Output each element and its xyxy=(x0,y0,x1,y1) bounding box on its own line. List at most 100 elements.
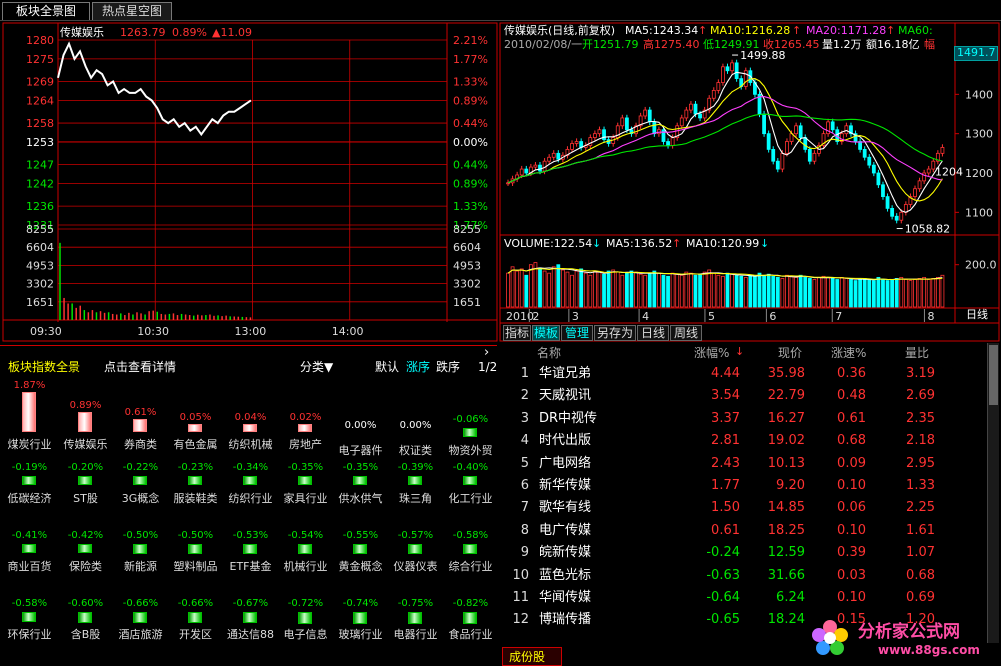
sector-cell[interactable]: -0.50% 塑料制品 xyxy=(168,518,223,586)
sector-cell[interactable]: -0.06% 物资外贸 xyxy=(443,380,498,457)
stock-pct: -0.24 xyxy=(706,545,740,561)
sector-page-indicator: 1/2 xyxy=(478,360,498,374)
sector-pct: 0.00% xyxy=(344,420,377,431)
row-number: 3 xyxy=(520,410,529,426)
sector-cell[interactable]: -0.39% 珠三角 xyxy=(388,450,443,518)
daily-volume-bar xyxy=(721,275,725,308)
candle-body xyxy=(570,143,574,150)
candle-body xyxy=(730,62,734,72)
ranking-scrollbar[interactable] xyxy=(987,343,999,643)
sector-cell[interactable]: -0.23% 服装鞋类 xyxy=(168,450,223,518)
sector-cell[interactable]: -0.74% 玻璃行业 xyxy=(333,586,388,654)
daily-price-level: 1200 xyxy=(965,167,993,180)
table-row[interactable]: 2 天威视讯 3.54 22.79 0.48 2.69 xyxy=(505,385,990,407)
col-ratio[interactable]: 量比 xyxy=(905,347,929,359)
constituents-tab[interactable]: 成份股 xyxy=(502,647,562,666)
sector-cell[interactable]: -0.58% 环保行业 xyxy=(2,586,57,654)
tab-manage[interactable]: 管理 xyxy=(561,325,593,341)
daily-volume-bar xyxy=(515,270,520,308)
scrollbar-thumb[interactable] xyxy=(989,345,998,405)
table-row[interactable]: 10 蓝色光标 -0.63 31.66 0.03 0.68 xyxy=(505,565,990,587)
sector-cell[interactable]: 1.87% 煤炭行业 xyxy=(2,380,57,451)
daily-volume-bar xyxy=(725,272,730,308)
tab-daily[interactable]: 日线 xyxy=(637,325,669,341)
sort-descending-button[interactable]: 跌序 xyxy=(436,361,460,373)
daily-volume-bar xyxy=(620,274,625,308)
daily-volume-bar xyxy=(899,276,904,308)
daily-info-close: 收1265.45 xyxy=(763,38,820,51)
candle-body xyxy=(899,211,904,221)
sector-cell[interactable]: 0.05% 有色金属 xyxy=(168,380,223,451)
sector-cell[interactable]: -0.72% 电子信息 xyxy=(278,586,333,654)
sector-cell[interactable]: -0.55% 黄金概念 xyxy=(333,518,388,586)
sector-cell[interactable]: -0.20% ST股 xyxy=(58,450,113,518)
table-row[interactable]: 9 皖新传媒 -0.24 12.59 0.39 1.07 xyxy=(505,542,990,564)
sector-pct: -0.55% xyxy=(342,530,379,541)
tab-weekly[interactable]: 周线 xyxy=(670,325,702,341)
sector-cell[interactable]: -0.53% ETF基金 xyxy=(223,518,278,586)
sector-cell[interactable]: -0.60% 含B股 xyxy=(58,586,113,654)
table-row[interactable]: 3 DR中视传 3.37 16.27 0.61 2.35 xyxy=(505,408,990,430)
daily-volume-bar xyxy=(862,278,867,308)
stock-speed: 0.68 xyxy=(837,433,866,449)
sector-cell[interactable]: -0.40% 化工行业 xyxy=(443,450,498,518)
col-pct[interactable]: 涨幅% xyxy=(694,347,729,359)
sector-cell[interactable]: 0.89% 传媒娱乐 xyxy=(58,380,113,451)
col-speed[interactable]: 涨速% xyxy=(831,347,866,359)
sort-ascending-button[interactable]: 涨序 xyxy=(406,361,430,373)
table-row[interactable]: 5 广电网络 2.43 10.13 0.09 2.95 xyxy=(505,453,990,475)
table-row[interactable]: 6 新华传媒 1.77 9.20 0.10 1.33 xyxy=(505,475,990,497)
sector-cell[interactable]: 0.61% 券商类 xyxy=(113,380,168,451)
stock-pct: 3.37 xyxy=(711,410,740,426)
sector-cell[interactable]: -0.82% 食品行业 xyxy=(443,586,498,654)
tab-save-as[interactable]: 另存为 xyxy=(594,325,636,341)
sector-cell[interactable]: -0.19% 低碳经济 xyxy=(2,450,57,518)
sector-cell[interactable]: -0.22% 3G概念 xyxy=(113,450,168,518)
table-row[interactable]: 4 时代出版 2.81 19.02 0.68 2.18 xyxy=(505,430,990,452)
sector-cell[interactable]: -0.75% 电器行业 xyxy=(388,586,443,654)
daily-volume-bar xyxy=(821,275,826,308)
sector-pct: -0.66% xyxy=(177,598,214,609)
table-row[interactable]: 7 歌华有线 1.50 14.85 0.06 2.25 xyxy=(505,497,990,519)
tab-indicator[interactable]: 指标 xyxy=(503,325,531,341)
sector-cell[interactable]: -0.66% 酒店旅游 xyxy=(113,586,168,654)
stock-speed: 0.06 xyxy=(837,500,866,516)
daily-volume-bar xyxy=(849,279,853,308)
stock-ratio: 2.25 xyxy=(906,500,935,516)
sector-cell[interactable]: 0.02% 房地产 xyxy=(278,380,333,451)
daily-volume-bar xyxy=(908,280,913,308)
sector-cell[interactable]: -0.35% 供水供气 xyxy=(333,450,388,518)
sector-cell[interactable]: -0.50% 新能源 xyxy=(113,518,168,586)
sector-cell[interactable]: 0.00% 权证类 xyxy=(388,380,443,457)
daily-volume-bar xyxy=(844,278,849,308)
sector-cell[interactable]: 0.04% 纺织机械 xyxy=(223,380,278,451)
sector-cell[interactable]: -0.58% 综合行业 xyxy=(443,518,498,586)
sector-detail-link[interactable]: 点击查看详情 xyxy=(104,361,176,373)
daily-volume-bar xyxy=(542,270,547,308)
daily-volume-bar xyxy=(574,270,579,308)
sector-cell[interactable]: -0.57% 仪器仪表 xyxy=(388,518,443,586)
candle-body xyxy=(743,70,748,87)
tab-template[interactable]: 模板 xyxy=(532,325,560,341)
daily-volume-bar xyxy=(853,280,858,308)
sort-default-button[interactable]: 默认 xyxy=(375,361,399,373)
sector-name: 3G概念 xyxy=(121,492,160,505)
sector-cell[interactable]: -0.41% 商业百货 xyxy=(2,518,57,586)
sector-category-dropdown[interactable]: 分类▼ xyxy=(300,361,333,373)
sector-cell[interactable]: 0.00% 电子器件 xyxy=(333,380,388,457)
sector-cell[interactable]: -0.34% 纺织行业 xyxy=(223,450,278,518)
col-price[interactable]: 现价 xyxy=(778,347,802,359)
table-row[interactable]: 1 华谊兄弟 4.44 35.98 0.36 3.19 xyxy=(505,363,990,385)
daily-volume-bar xyxy=(592,270,597,308)
row-number: 9 xyxy=(520,545,529,561)
sector-cell[interactable]: -0.35% 家具行业 xyxy=(278,450,333,518)
sector-cell[interactable]: -0.67% 通达信88 xyxy=(223,586,278,654)
stock-name: DR中视传 xyxy=(539,410,598,426)
sector-cell[interactable]: -0.54% 机械行业 xyxy=(278,518,333,586)
table-row[interactable]: 11 华闻传媒 -0.64 6.24 0.10 0.69 xyxy=(505,587,990,609)
table-row[interactable]: 8 电广传媒 0.61 18.25 0.10 1.61 xyxy=(505,520,990,542)
sector-cell[interactable]: -0.66% 开发区 xyxy=(168,586,223,654)
sector-cell[interactable]: -0.42% 保险类 xyxy=(58,518,113,586)
chevron-right-icon[interactable]: › xyxy=(484,346,489,359)
col-name[interactable]: 名称 xyxy=(537,347,561,359)
